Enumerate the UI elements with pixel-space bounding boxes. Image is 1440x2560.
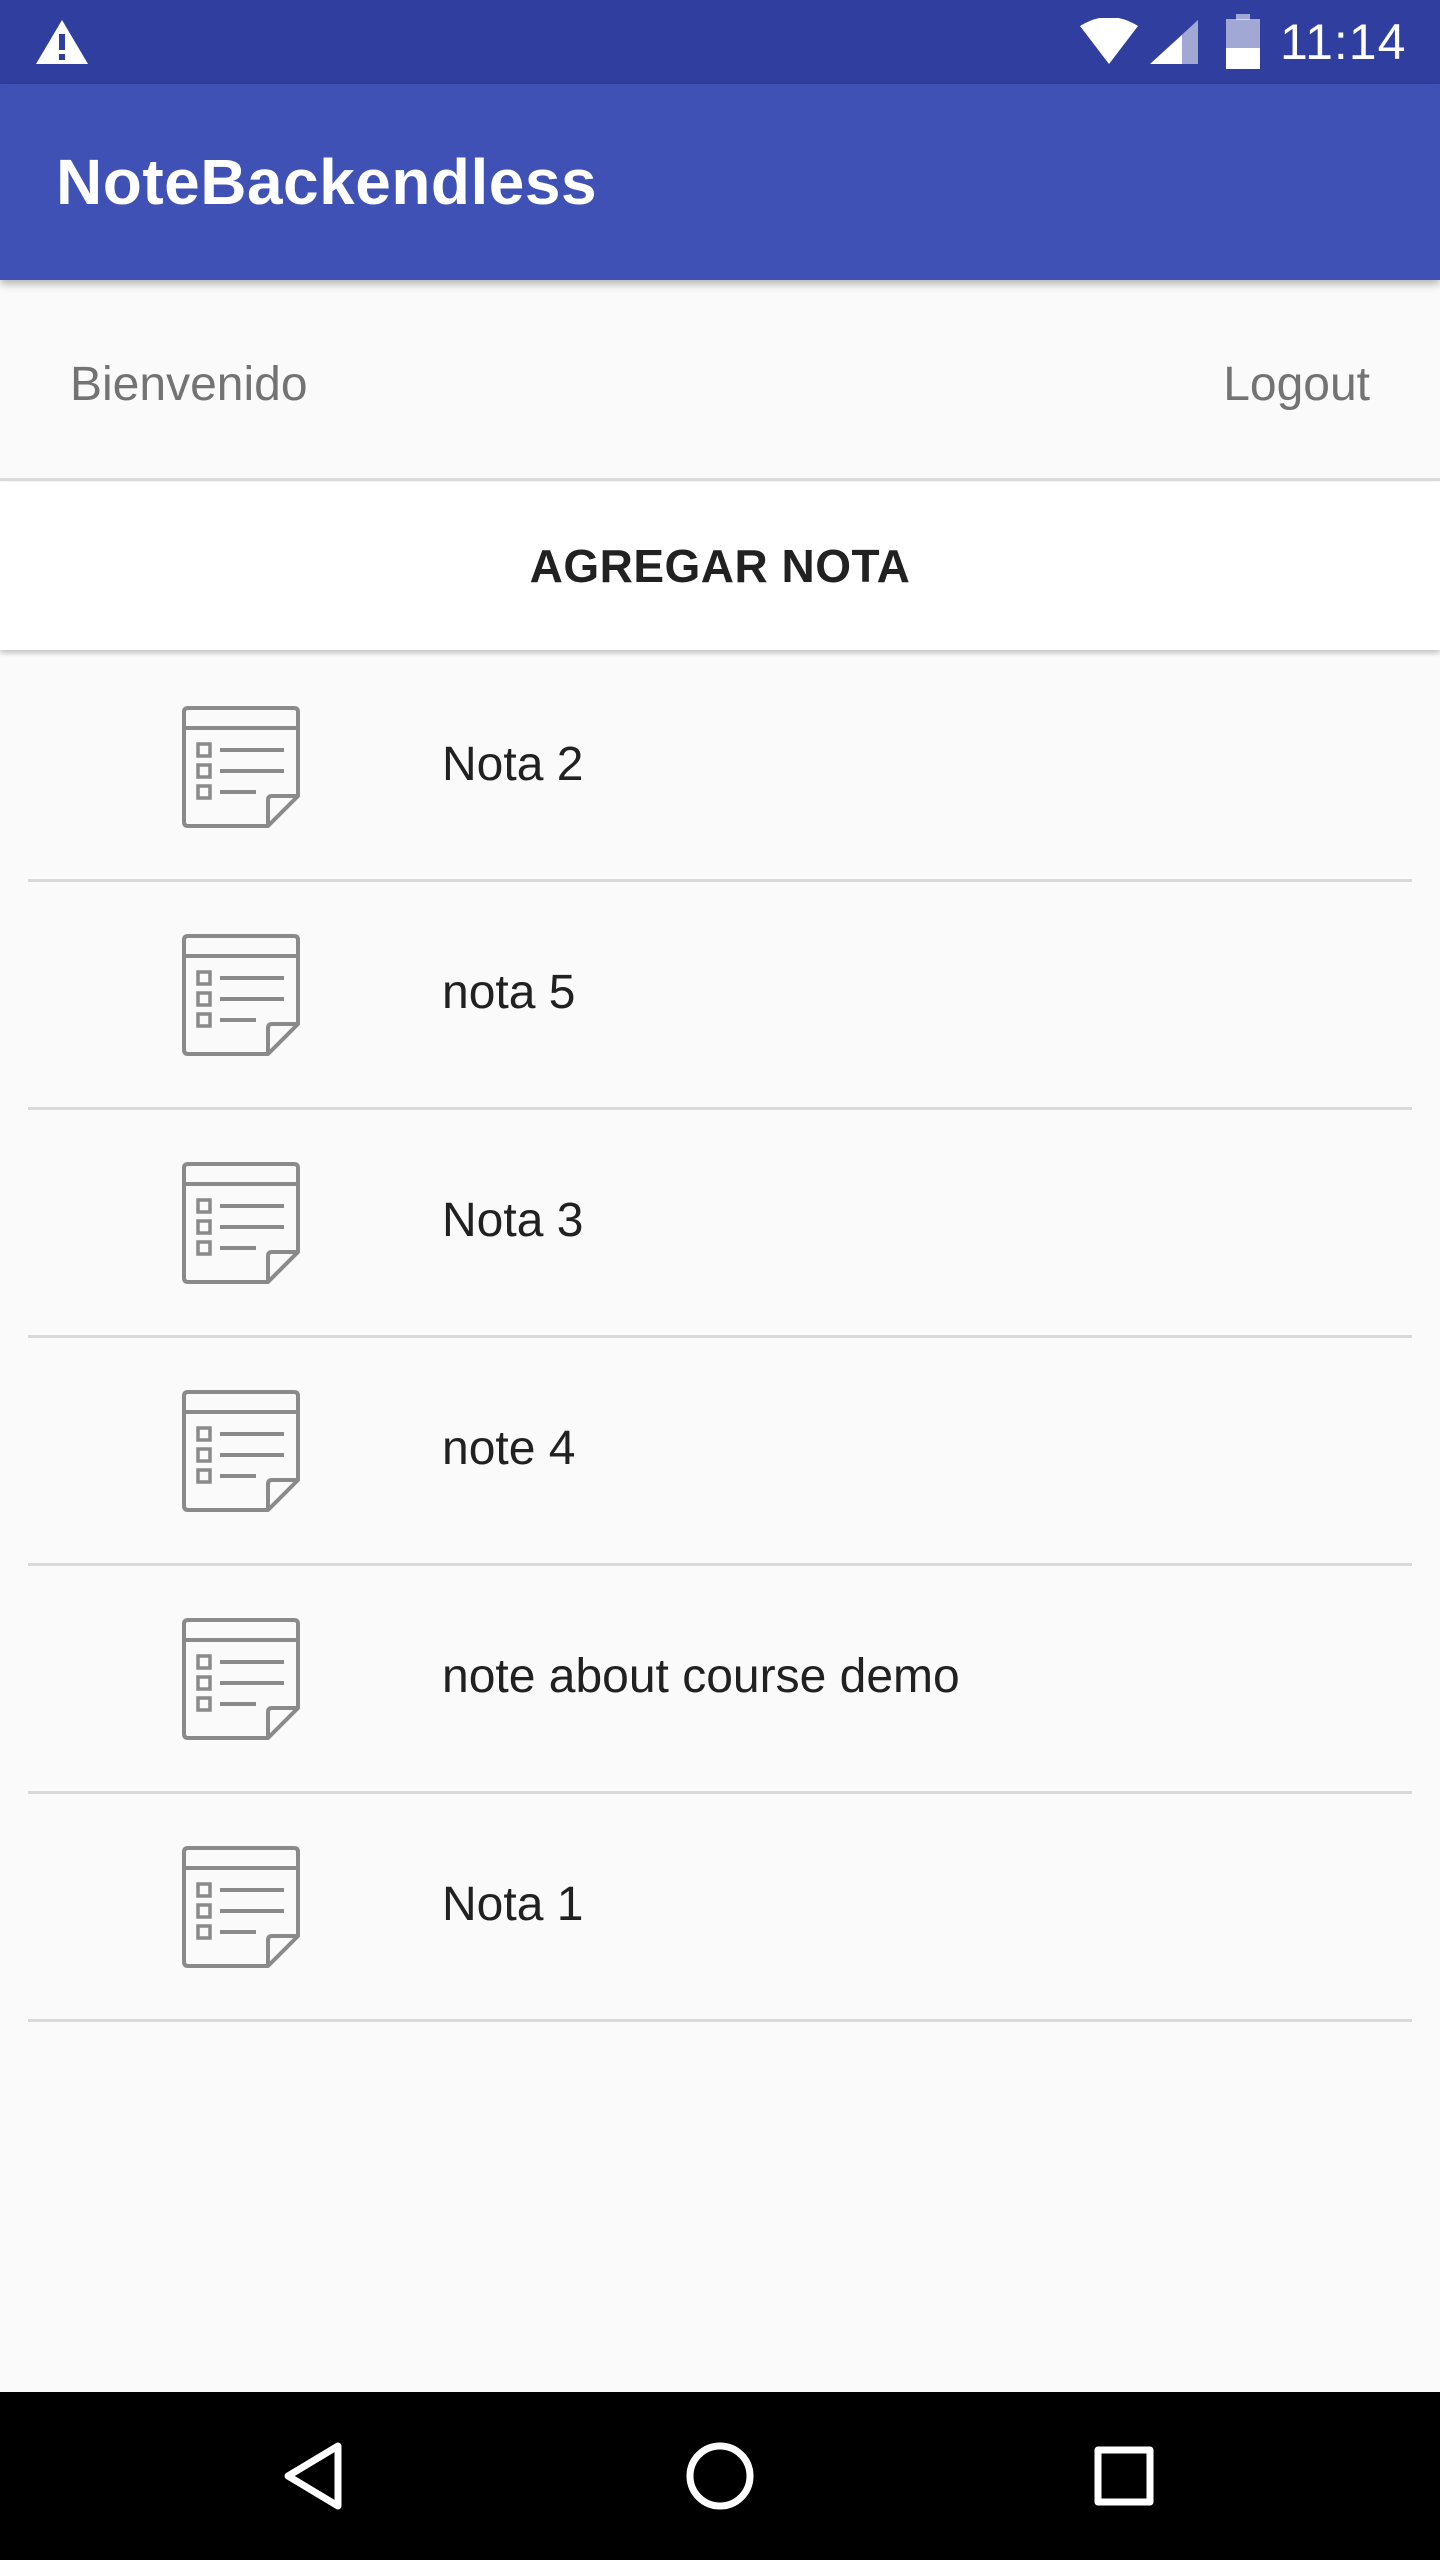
list-item[interactable]: Nota 2: [0, 654, 1440, 882]
cell-signal-icon: [1150, 20, 1198, 64]
note-icon: [182, 1618, 300, 1740]
app-bar: NoteBackendless: [0, 84, 1440, 280]
note-icon: [182, 1162, 300, 1284]
warning-icon: [36, 20, 88, 64]
recents-icon[interactable]: [1074, 2426, 1174, 2526]
notes-list: Nota 2 nota 5 Nota 3 note 4 note about c…: [0, 654, 1440, 2022]
list-item[interactable]: note about course demo: [0, 1566, 1440, 1794]
note-title: nota 5: [442, 966, 576, 1019]
status-time: 11:14: [1280, 14, 1407, 70]
back-icon[interactable]: [266, 2426, 366, 2526]
user-row: Bienvenido Logout: [0, 280, 1440, 480]
list-item[interactable]: Nota 1: [0, 1794, 1440, 2022]
list-item[interactable]: nota 5: [0, 882, 1440, 1110]
note-title: note about course demo: [442, 1650, 960, 1703]
divider: [28, 2019, 1412, 2022]
note-icon: [182, 1846, 300, 1968]
note-icon: [182, 1390, 300, 1512]
home-icon[interactable]: [670, 2426, 770, 2526]
add-note-button[interactable]: AGREGAR NOTA: [0, 482, 1440, 650]
list-item[interactable]: note 4: [0, 1338, 1440, 1566]
wifi-icon: [1080, 18, 1138, 64]
note-icon: [182, 706, 300, 828]
status-bar: 11:14: [0, 0, 1440, 84]
note-title: Nota 2: [442, 738, 584, 791]
list-item[interactable]: Nota 3: [0, 1110, 1440, 1338]
app-title: NoteBackendless: [56, 146, 598, 218]
battery-icon: [1226, 14, 1260, 69]
note-icon: [182, 934, 300, 1056]
note-title: Nota 3: [442, 1194, 584, 1247]
note-title: Nota 1: [442, 1878, 584, 1931]
welcome-label: Bienvenido: [70, 358, 308, 411]
divider: [0, 478, 1440, 481]
logout-button[interactable]: Logout: [1223, 280, 1370, 490]
navigation-bar: [0, 2392, 1440, 2560]
note-title: note 4: [442, 1422, 576, 1475]
